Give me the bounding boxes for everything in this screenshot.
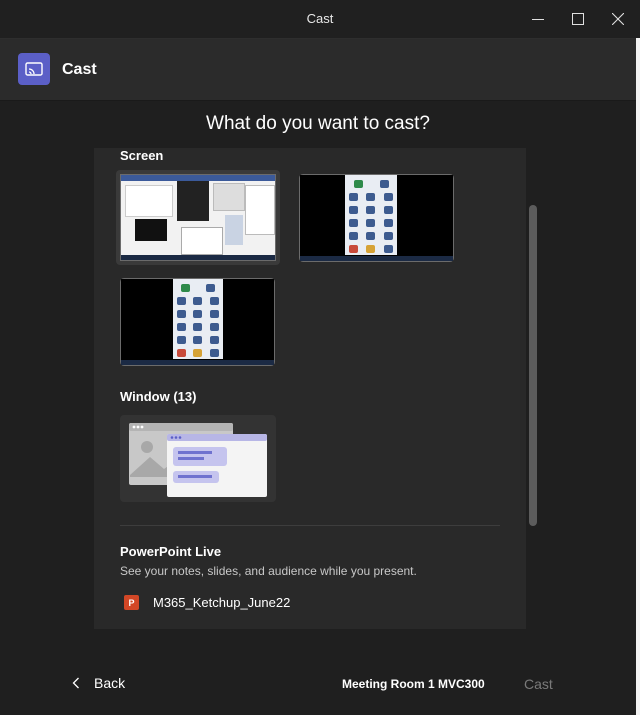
title-bar: Cast [0, 0, 640, 39]
window-section-title: Window (13) [120, 389, 197, 404]
maximize-icon [572, 13, 584, 25]
cast-icon [25, 62, 43, 76]
maximize-button[interactable] [558, 0, 598, 38]
target-device-name: Meeting Room 1 MVC300 [342, 677, 485, 691]
cast-options-panel[interactable]: Screen Window (13) PowerPoint Live See y… [94, 148, 526, 629]
chevron-left-icon [72, 677, 79, 689]
back-label: Back [94, 675, 126, 691]
window-share-icon [129, 423, 267, 497]
screen-thumbnail-2[interactable] [299, 174, 454, 262]
screen-thumbnail-3[interactable] [120, 278, 275, 366]
powerpoint-file-item[interactable]: P M365_Ketchup_June22 [124, 595, 290, 610]
page-heading: What do you want to cast? [206, 113, 430, 134]
close-icon [612, 13, 624, 25]
cast-button[interactable]: Cast [524, 676, 553, 692]
cast-logo [18, 53, 50, 85]
screen-thumbnail-1[interactable] [116, 170, 280, 265]
section-divider [120, 525, 500, 526]
panel-scrollbar[interactable] [529, 205, 537, 526]
powerpoint-description: See your notes, slides, and audience whi… [120, 564, 417, 578]
screen-section-title: Screen [120, 148, 164, 163]
background-window-edge [636, 38, 640, 715]
window-share-option[interactable] [120, 415, 276, 502]
minimize-icon [532, 19, 544, 20]
app-header: Cast [0, 39, 636, 101]
minimize-button[interactable] [518, 0, 558, 38]
powerpoint-file-name: M365_Ketchup_June22 [153, 595, 291, 610]
back-button[interactable]: Back [72, 675, 125, 691]
powerpoint-icon: P [124, 595, 139, 610]
powerpoint-section-title: PowerPoint Live [120, 544, 222, 559]
app-title: Cast [62, 61, 97, 78]
close-button[interactable] [598, 0, 638, 38]
